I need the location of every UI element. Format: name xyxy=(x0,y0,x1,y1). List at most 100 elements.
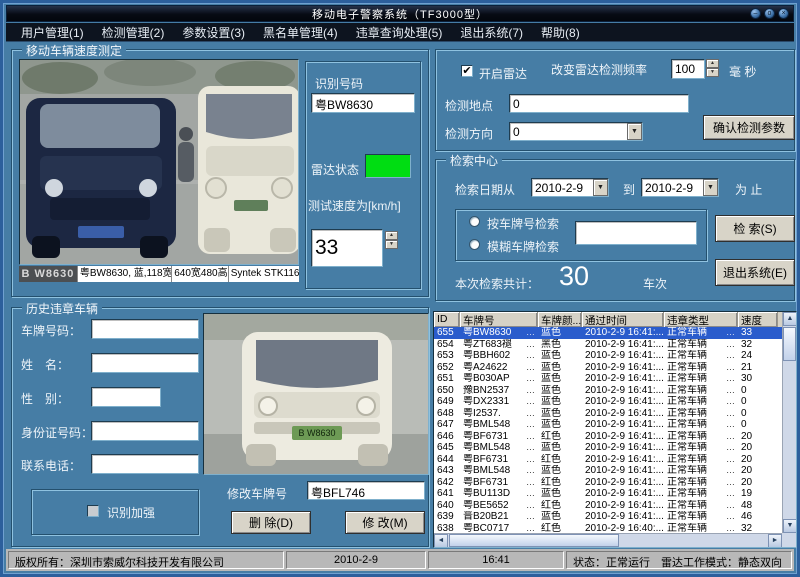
table-row[interactable]: 648粤I2537.蓝色2010-2-9 16:41:...正常车辆0 xyxy=(434,408,782,420)
maximize-icon[interactable]: o xyxy=(764,8,775,19)
test-speed-value[interactable]: 33 xyxy=(311,229,383,267)
spin-down-icon[interactable]: ▼ xyxy=(706,68,719,77)
table-row[interactable]: 646粤BF6731红色2010-2-9 16:41:...正常车辆20 xyxy=(434,431,782,443)
minimize-icon[interactable]: – xyxy=(750,8,761,19)
spin-up-icon[interactable]: ▲ xyxy=(706,59,719,68)
vertical-scrollbar[interactable]: ▲ ▼ xyxy=(782,312,796,533)
date-until-label: 为 止 xyxy=(735,181,762,198)
title-bar[interactable]: 移动电子警察系统（TF3000型） – o × xyxy=(6,5,794,22)
table-cell: 641 xyxy=(434,488,460,500)
menu-item-3[interactable]: 参数设置(3) xyxy=(173,24,254,41)
scroll-up-icon[interactable]: ▲ xyxy=(783,312,797,326)
table-row[interactable]: 647粤BML548蓝色2010-2-9 16:41:...正常车辆0 xyxy=(434,419,782,431)
chevron-down-icon[interactable]: ▼ xyxy=(593,179,608,196)
table-cell: 黑色 xyxy=(538,339,582,351)
table-row[interactable]: 642粤BF6731红色2010-2-9 16:41:...正常车辆20 xyxy=(434,477,782,489)
test-speed-spinner[interactable]: 33 ▲ ▼ xyxy=(311,229,383,267)
scroll-left-icon[interactable]: ◄ xyxy=(434,534,448,548)
close-icon[interactable]: × xyxy=(778,8,789,19)
table-row[interactable]: 644粤BF6731红色2010-2-9 16:41:...正常车辆20 xyxy=(434,454,782,466)
scroll-right-icon[interactable]: ► xyxy=(768,534,782,548)
menu-item-7[interactable]: 帮助(8) xyxy=(532,24,589,41)
scrollbar-corner xyxy=(782,533,796,547)
table-row[interactable]: 651粤B030AP蓝色2010-2-9 16:41:...正常车辆30 xyxy=(434,373,782,385)
table-cell: 正常车辆 xyxy=(664,488,738,500)
speed-spin-buttons[interactable]: ▲ ▼ xyxy=(385,231,398,249)
table-cell: 粤BML548 xyxy=(460,442,538,454)
table-cell: 豫BN2537 xyxy=(460,385,538,397)
table-row[interactable]: 640粤BE5652红色2010-2-9 16:41:...正常车辆48 xyxy=(434,500,782,512)
history-field-input[interactable] xyxy=(91,353,199,373)
table-cell: 0 xyxy=(738,396,778,408)
table-row[interactable]: 639晋B20B21蓝色2010-2-9 16:41:...正常车辆46 xyxy=(434,511,782,523)
table-row[interactable]: 655粤BW8630蓝色2010-2-9 16:41:...正常车辆33 xyxy=(434,327,782,339)
chevron-down-icon[interactable]: ▼ xyxy=(703,179,718,196)
results-table[interactable]: ID车牌号车牌颜...通过时间违章类型速度 655粤BW8630蓝色2010-2… xyxy=(433,311,797,548)
plate-query-field[interactable] xyxy=(575,221,697,245)
chevron-down-icon[interactable]: ▼ xyxy=(627,123,642,140)
direction-dropdown[interactable]: 0 xyxy=(509,122,643,141)
date-from-label: 检索日期从 xyxy=(455,181,515,198)
spin-up-icon[interactable]: ▲ xyxy=(385,231,398,240)
horizontal-scrollbar[interactable]: ◄ ► xyxy=(434,533,782,547)
recognition-number-field[interactable]: 粤BW8630 xyxy=(311,93,415,113)
column-header[interactable]: 车牌颜... xyxy=(538,312,582,327)
delete-button[interactable]: 删 除(D) xyxy=(231,511,311,534)
fuzzy-search-radio[interactable] xyxy=(469,239,480,250)
search-button[interactable]: 检 索(S) xyxy=(715,215,795,242)
table-cell: 20 xyxy=(738,465,778,477)
table-row[interactable]: 638粤BC0717红色2010-2-9 16:40:...正常车辆32 xyxy=(434,523,782,534)
menu-item-6[interactable]: 退出系统(7) xyxy=(451,24,532,41)
freq-spin-buttons[interactable]: ▲ ▼ xyxy=(706,59,719,77)
table-row[interactable]: 650豫BN2537蓝色2010-2-9 16:41:...正常车辆0 xyxy=(434,385,782,397)
spin-down-icon[interactable]: ▼ xyxy=(385,240,398,249)
table-row[interactable]: 649粤DX2331蓝色2010-2-9 16:41:...正常车辆0 xyxy=(434,396,782,408)
history-field-input[interactable] xyxy=(91,421,199,441)
history-field-input[interactable] xyxy=(91,387,161,407)
freq-field[interactable]: 100 xyxy=(671,59,705,79)
location-label: 检测地点 xyxy=(445,97,493,114)
table-cell: 粤ZT683褪 xyxy=(460,339,538,351)
menu-item-5[interactable]: 违章查询处理(5) xyxy=(347,24,452,41)
history-field-input[interactable] xyxy=(91,454,199,474)
history-group-title: 历史违章车辆 xyxy=(22,300,102,317)
search-by-plate-radio[interactable] xyxy=(469,216,480,227)
history-field-input[interactable] xyxy=(91,319,199,339)
menu-item-1[interactable]: 用户管理(1) xyxy=(12,24,93,41)
column-header[interactable]: 违章类型 xyxy=(664,312,738,327)
confirm-params-button[interactable]: 确认检测参数 xyxy=(703,115,795,140)
table-cell: 正常车辆 xyxy=(664,465,738,477)
table-cell: 正常车辆 xyxy=(664,523,738,534)
column-header[interactable]: 车牌号 xyxy=(460,312,538,327)
dark-sedan xyxy=(26,98,176,258)
table-cell: 24 xyxy=(738,350,778,362)
column-header[interactable]: 速度 xyxy=(738,312,778,327)
table-row[interactable]: 654粤ZT683褪黑色2010-2-9 16:41:...正常车辆32 xyxy=(434,339,782,351)
table-row[interactable]: 653粤BBH602蓝色2010-2-9 16:41:...正常车辆24 xyxy=(434,350,782,362)
menu-item-4[interactable]: 黑名单管理(4) xyxy=(254,24,347,41)
enable-radar-checkbox[interactable]: ✔ xyxy=(461,65,473,77)
table-cell: 正常车辆 xyxy=(664,442,738,454)
horizontal-scroll-thumb[interactable] xyxy=(449,534,619,547)
table-cell: 正常车辆 xyxy=(664,408,738,420)
menu-item-2[interactable]: 检测管理(2) xyxy=(93,24,174,41)
table-cell: 蓝色 xyxy=(538,511,582,523)
table-row[interactable]: 645粤BML548蓝色2010-2-9 16:41:...正常车辆20 xyxy=(434,442,782,454)
modify-plate-field[interactable]: 粤BFL746 xyxy=(307,481,425,500)
scroll-down-icon[interactable]: ▼ xyxy=(783,519,797,533)
exit-system-button[interactable]: 退出系统(E) xyxy=(715,259,795,286)
table-row[interactable]: 643粤BML548蓝色2010-2-9 16:41:...正常车辆20 xyxy=(434,465,782,477)
table-header-row[interactable]: ID车牌号车牌颜...通过时间违章类型速度 xyxy=(434,312,782,327)
window-title: 移动电子警察系统（TF3000型） xyxy=(312,6,488,22)
table-row[interactable]: 652粤A24622蓝色2010-2-9 16:41:...正常车辆21 xyxy=(434,362,782,374)
enhance-checkbox[interactable] xyxy=(87,505,99,517)
location-field[interactable]: 0 xyxy=(509,94,689,113)
enhance-label: 识别加强 xyxy=(107,504,155,521)
modify-button[interactable]: 修 改(M) xyxy=(345,511,425,534)
table-cell: 正常车辆 xyxy=(664,327,738,339)
table-cell: 646 xyxy=(434,431,460,443)
vertical-scroll-thumb[interactable] xyxy=(783,327,796,361)
table-row[interactable]: 641粤BU113D蓝色2010-2-9 16:41:...正常车辆19 xyxy=(434,488,782,500)
column-header[interactable]: ID xyxy=(434,312,460,327)
column-header[interactable]: 通过时间 xyxy=(582,312,664,327)
